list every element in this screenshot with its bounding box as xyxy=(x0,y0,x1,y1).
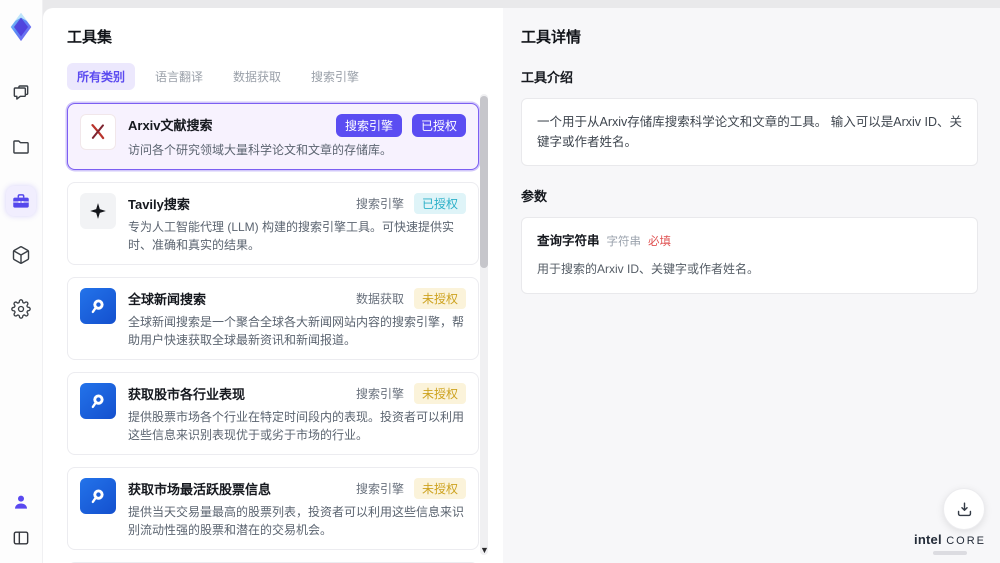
tool-intro-box: 一个用于从Arxiv存储库搜索科学论文和文章的工具。 输入可以是Arxiv ID… xyxy=(521,98,978,166)
tab-3[interactable]: 搜索引擎 xyxy=(301,63,369,90)
tool-category-tag: 搜索引擎 xyxy=(335,114,402,137)
tool-auth-badge: 未授权 xyxy=(413,478,466,499)
param-required-badge: 必填 xyxy=(648,236,672,248)
chat-icon[interactable] xyxy=(6,78,36,108)
app-window: 工具集 所有类别 语言翻译 数据获取 搜索引擎 Arxiv文献搜索 搜索引擎 已授权 … xyxy=(0,0,1000,563)
scrollbar-down-arrow[interactable]: ▼ xyxy=(480,545,489,555)
tool-name: 获取市场最活跃股票信息 xyxy=(128,482,272,497)
user-avatar-icon[interactable] xyxy=(6,487,36,517)
page-title: 工具集 xyxy=(67,29,113,46)
tool-list: Arxiv文献搜索 搜索引擎 已授权 访问各个研究领域大量科学论文和文章的存储库… xyxy=(67,103,479,563)
param-box: 查询字符串 字符串 必填 用于搜索的Arxiv ID、关键字或作者姓名。 xyxy=(521,217,978,294)
global-news-search-icon xyxy=(80,288,116,324)
main-area: 工具集 所有类别 语言翻译 数据获取 搜索引擎 Arxiv文献搜索 搜索引擎 已授权 … xyxy=(43,0,1000,563)
tool-auth-badge: 未授权 xyxy=(413,288,466,309)
tavily-star-icon xyxy=(80,193,116,229)
core-wordmark: core xyxy=(946,535,986,547)
tab-1[interactable]: 语言翻译 xyxy=(145,63,213,90)
toolbox-icon[interactable] xyxy=(6,186,36,216)
tool-category-tag: 搜索引擎 xyxy=(355,387,404,401)
tool-name: Arxiv文献搜索 xyxy=(128,118,213,133)
tool-card[interactable]: 获取市场最活跃股票信息 搜索引擎 未授权 提供当天交易量最高的股票列表，投资者可… xyxy=(67,467,479,550)
intel-wordmark: intel xyxy=(914,532,942,547)
top-strip xyxy=(43,0,1000,8)
param-type: 字符串 xyxy=(606,236,642,248)
tool-card[interactable]: Arxiv文献搜索 搜索引擎 已授权 访问各个研究领域大量科学论文和文章的存储库… xyxy=(67,103,479,170)
tool-description: 全球新闻搜索是一个聚合全球各大新闻网站内容的搜索引擎，帮助用户快速获取全球最新资… xyxy=(128,315,465,347)
download-button[interactable] xyxy=(943,488,985,530)
tool-list-panel: 工具集 所有类别 语言翻译 数据获取 搜索引擎 Arxiv文献搜索 搜索引擎 已授权 … xyxy=(43,8,503,563)
category-tabs: 所有类别 语言翻译 数据获取 搜索引擎 xyxy=(67,63,479,90)
scrollbar-thumb[interactable] xyxy=(480,96,488,268)
tool-description: 提供当天交易量最高的股票列表，投资者可以利用这些信息来识别流动性强的股票和潜在的… xyxy=(128,505,465,537)
tool-description: 访问各个研究领域大量科学论文和文章的存储库。 xyxy=(128,143,393,157)
folder-icon[interactable] xyxy=(6,132,36,162)
tool-category-tag: 搜索引擎 xyxy=(355,482,404,496)
app-logo-icon xyxy=(4,10,38,44)
intel-core-logo: intel core xyxy=(914,532,986,555)
arxiv-logo-icon xyxy=(80,114,116,150)
details-title: 工具详情 xyxy=(521,29,582,46)
settings-gear-icon[interactable] xyxy=(6,294,36,324)
tool-name: 全球新闻搜索 xyxy=(128,292,207,307)
tool-name: Tavily搜索 xyxy=(128,197,190,212)
tool-name: 获取股市各行业表现 xyxy=(128,387,246,402)
param-name: 查询字符串 xyxy=(537,234,600,248)
tool-category-tag: 数据获取 xyxy=(355,292,404,306)
intro-heading: 工具介绍 xyxy=(521,70,574,85)
collapse-sidebar-icon[interactable] xyxy=(6,523,36,553)
tool-card[interactable]: 全球新闻搜索 数据获取 未授权 全球新闻搜索是一个聚合全球各大新闻网站内容的搜索… xyxy=(67,277,479,360)
tool-details-panel: 工具详情 工具介绍 一个用于从Arxiv存储库搜索科学论文和文章的工具。 输入可… xyxy=(503,8,1000,563)
tool-auth-badge: 已授权 xyxy=(411,114,466,137)
tool-description: 专为人工智能代理 (LLM) 构建的搜索引擎工具。可快速提供实时、准确和真实的结… xyxy=(128,220,455,252)
active-stocks-icon xyxy=(80,478,116,514)
tab-0[interactable]: 所有类别 xyxy=(67,63,136,90)
sidebar xyxy=(0,0,43,563)
tool-auth-badge: 已授权 xyxy=(413,193,466,214)
tool-category-tag: 搜索引擎 xyxy=(355,197,404,211)
params-heading: 参数 xyxy=(521,189,548,204)
package-icon[interactable] xyxy=(6,240,36,270)
tab-2[interactable]: 数据获取 xyxy=(223,63,291,90)
ultra-bar xyxy=(933,551,968,555)
tool-description: 提供股票市场各个行业在特定时间段内的表现。投资者可以利用这些信息来识别表现优于或… xyxy=(128,410,465,442)
sidebar-nav xyxy=(6,78,36,324)
tool-auth-badge: 未授权 xyxy=(413,383,466,404)
tool-card[interactable]: 获取股市各行业表现 搜索引擎 未授权 提供股票市场各个行业在特定时间段内的表现。… xyxy=(67,372,479,455)
tool-card[interactable]: Tavily搜索 搜索引擎 已授权 专为人工智能代理 (LLM) 构建的搜索引擎… xyxy=(67,182,479,265)
stock-sector-icon xyxy=(80,383,116,419)
scrollbar[interactable]: ▼ xyxy=(480,94,489,555)
param-description: 用于搜索的Arxiv ID、关键字或作者姓名。 xyxy=(537,262,760,277)
